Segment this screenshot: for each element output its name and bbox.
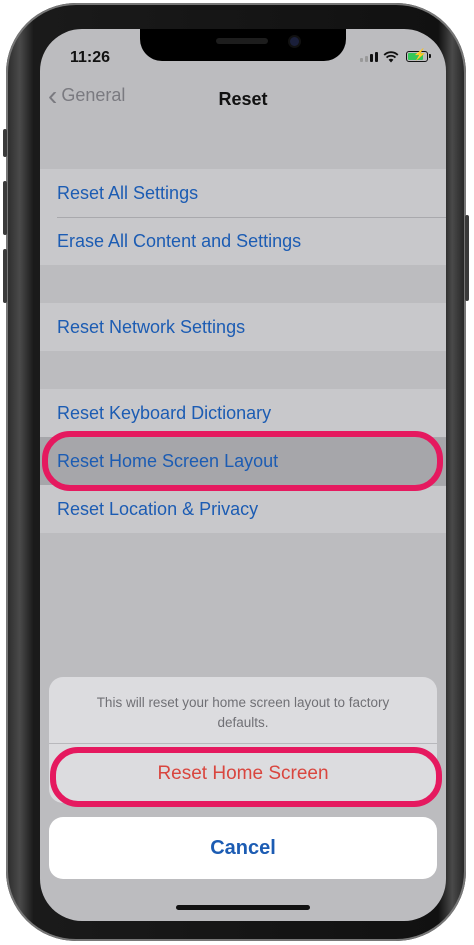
reset-network-settings-row[interactable]: Reset Network Settings <box>40 303 446 351</box>
settings-group-reset-all: Reset All Settings Erase All Content and… <box>40 169 446 265</box>
reset-location-privacy-row[interactable]: Reset Location & Privacy <box>40 485 446 533</box>
page-title: Reset <box>218 89 268 109</box>
reset-keyboard-dictionary-row[interactable]: Reset Keyboard Dictionary <box>40 389 446 437</box>
battery-charging-icon: ⚡ <box>406 50 431 62</box>
volume-up-button <box>3 181 7 235</box>
wifi-icon <box>383 51 399 63</box>
reset-all-settings-label: Reset All Settings <box>57 183 199 203</box>
reset-location-privacy-label: Reset Location & Privacy <box>57 499 259 519</box>
reset-network-settings-label: Reset Network Settings <box>57 317 246 337</box>
navigation-bar: ‹ General Reset <box>40 73 446 123</box>
side-button <box>3 129 7 157</box>
highlight-outline-reset-button <box>50 747 442 807</box>
home-indicator <box>176 905 310 910</box>
highlight-outline-layout-row <box>42 431 443 491</box>
notch <box>140 29 346 61</box>
erase-all-content-row[interactable]: Erase All Content and Settings <box>40 217 446 265</box>
settings-group-network: Reset Network Settings <box>40 303 446 351</box>
status-time: 11:26 <box>70 49 111 66</box>
phone-frame: 11:26 ⚡ ‹ General Reset Reset All Settin… <box>3 3 469 941</box>
cellular-signal-icon <box>360 52 378 62</box>
reset-all-settings-row[interactable]: Reset All Settings <box>40 169 446 217</box>
volume-down-button <box>3 249 7 303</box>
speaker <box>216 38 268 44</box>
power-button <box>465 215 469 301</box>
camera <box>290 37 299 46</box>
action-sheet-message: This will reset your home screen layout … <box>96 695 390 730</box>
erase-all-content-label: Erase All Content and Settings <box>57 231 302 251</box>
screen: 11:26 ⚡ ‹ General Reset Reset All Settin… <box>40 29 446 921</box>
reset-keyboard-dictionary-label: Reset Keyboard Dictionary <box>57 403 272 423</box>
cancel-button[interactable]: Cancel <box>49 817 437 879</box>
